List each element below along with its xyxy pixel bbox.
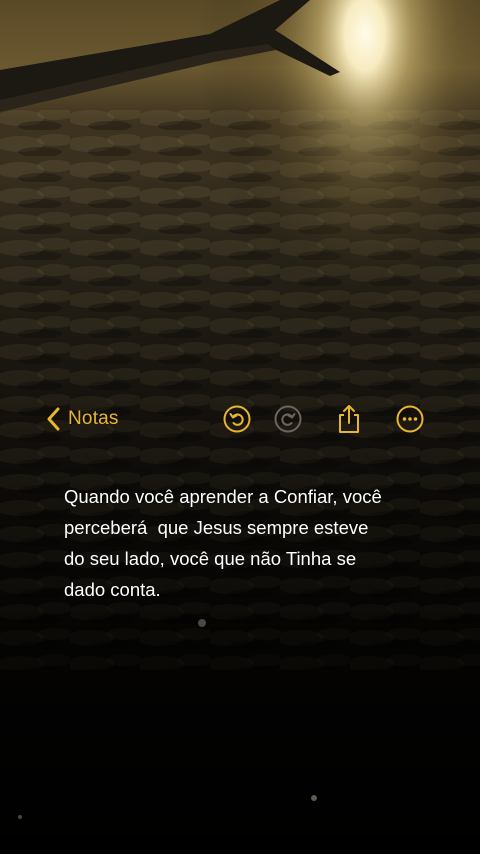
notes-toolbar: Notas (0, 396, 480, 442)
share-button[interactable] (332, 402, 366, 436)
undo-button[interactable] (220, 402, 254, 436)
share-icon (339, 405, 359, 433)
chevron-left-icon (47, 407, 60, 431)
back-label: Notas (68, 408, 119, 429)
note-line: do seu lado, você que não Tinha se (64, 548, 357, 569)
note-body[interactable]: Quando você aprender a Confiar, você per… (64, 481, 434, 605)
note-line: perceberá que Jesus sempre esteve (64, 517, 369, 538)
redo-icon (274, 405, 302, 433)
note-line: Quando você aprender a Confiar, você (64, 486, 382, 507)
note-line: dado conta. (64, 579, 161, 600)
more-button[interactable] (393, 402, 427, 436)
back-button[interactable]: Notas (46, 402, 119, 436)
redo-button[interactable] (271, 402, 305, 436)
undo-icon (223, 405, 251, 433)
notes-screen: Notas Quando você aprender a Confiar, vo… (0, 0, 480, 854)
more-icon (396, 405, 424, 433)
